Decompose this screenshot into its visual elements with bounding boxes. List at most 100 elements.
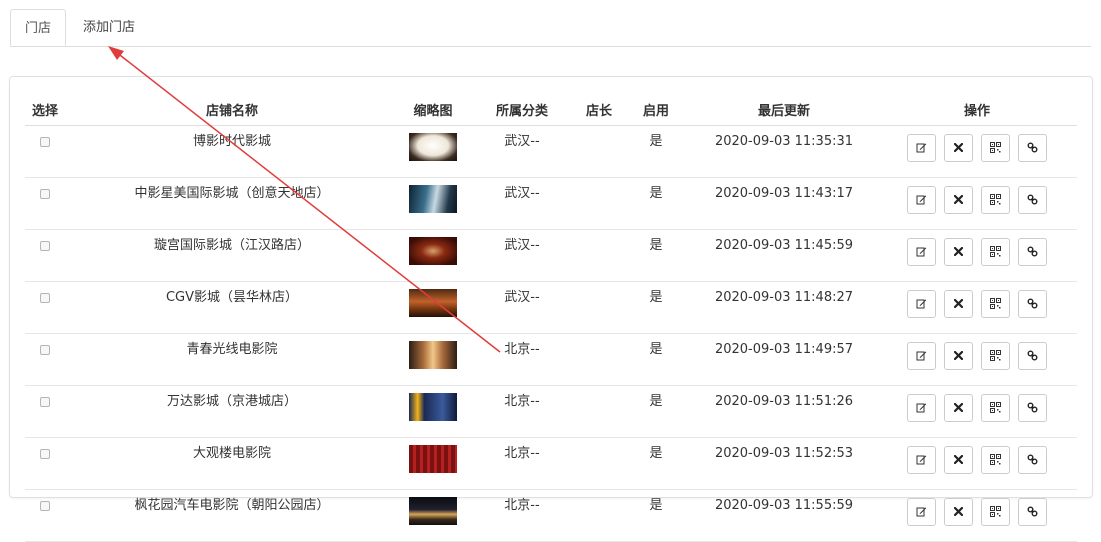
edit-icon: [916, 507, 926, 516]
tab-add-store[interactable]: 添加门店: [68, 9, 150, 46]
store-name: 青春光线电影院: [186, 342, 278, 357]
table-row: 枫花园汽车电影院（朝阳公园店） 北京-- 是 2020-09-03 11:55:…: [25, 489, 1077, 542]
delete-button[interactable]: [943, 290, 973, 318]
store-manager: [577, 178, 621, 186]
store-list-panel: 选择 店铺名称 缩略图 所属分类 店长 启用 最后更新 操作 博影时代影城 武汉…: [9, 76, 1093, 542]
row-actions: [877, 385, 1077, 438]
tab-stores[interactable]: 门店: [10, 9, 66, 46]
delete-icon: [953, 298, 964, 308]
qrcode-button[interactable]: [981, 290, 1011, 318]
header-manager: 店长: [577, 94, 621, 126]
store-thumbnail: [409, 289, 457, 317]
store-thumbnail: [409, 341, 457, 369]
delete-icon: [953, 454, 964, 464]
row-actions: [877, 333, 1077, 386]
store-category: 武汉--: [504, 134, 540, 149]
qrcode-icon: [990, 297, 1002, 309]
row-actions: [877, 281, 1077, 334]
link-button[interactable]: [1018, 290, 1048, 318]
edit-icon: [916, 143, 926, 152]
edit-icon: [916, 247, 926, 256]
store-name: CGV影城（昙华林店）: [165, 290, 299, 305]
link-button[interactable]: [1018, 498, 1048, 526]
store-last-updated: 2020-09-03 11:52:53: [714, 446, 854, 461]
row-select-checkbox[interactable]: [40, 397, 50, 407]
store-category: 北京--: [504, 394, 540, 409]
store-enabled: 是: [649, 238, 663, 253]
qrcode-icon: [990, 349, 1002, 361]
header-store-name: 店铺名称: [65, 94, 399, 126]
link-button[interactable]: [1018, 342, 1048, 370]
link-icon: [1027, 402, 1038, 412]
header-select: 选择: [25, 94, 65, 126]
table-header-row: 选择 店铺名称 缩略图 所属分类 店长 启用 最后更新 操作: [25, 94, 1077, 126]
link-button[interactable]: [1018, 186, 1048, 214]
store-manager: [577, 334, 621, 342]
store-name: 大观楼电影院: [192, 446, 271, 461]
store-category: 北京--: [504, 342, 540, 357]
link-button[interactable]: [1018, 238, 1048, 266]
store-name: 枫花园汽车电影院（朝阳公园店）: [134, 498, 330, 513]
store-last-updated: 2020-09-03 11:55:59: [714, 498, 854, 513]
row-select-checkbox[interactable]: [40, 293, 50, 303]
edit-icon: [916, 455, 926, 464]
link-icon: [1027, 246, 1038, 256]
table-row: 万达影城（京港城店） 北京-- 是 2020-09-03 11:51:26: [25, 385, 1077, 438]
store-manager: [577, 386, 621, 394]
edit-button[interactable]: [906, 134, 936, 162]
store-category: 北京--: [504, 446, 540, 461]
row-select-checkbox[interactable]: [40, 189, 50, 199]
store-name: 万达影城（京港城店）: [166, 394, 297, 409]
link-icon: [1027, 298, 1038, 308]
row-select-checkbox[interactable]: [40, 449, 50, 459]
store-last-updated: 2020-09-03 11:48:27: [714, 290, 854, 305]
qrcode-button[interactable]: [981, 134, 1011, 162]
store-last-updated: 2020-09-03 11:51:26: [714, 394, 854, 409]
row-actions: [877, 177, 1077, 230]
store-category: 武汉--: [504, 290, 540, 305]
store-category: 武汉--: [504, 238, 540, 253]
edit-button[interactable]: [906, 342, 936, 370]
store-thumbnail: [409, 237, 457, 265]
qrcode-button[interactable]: [981, 238, 1011, 266]
table-row: 大观楼电影院 北京-- 是 2020-09-03 11:52:53: [25, 437, 1077, 490]
delete-button[interactable]: [943, 238, 973, 266]
table-row: 中影星美国际影城（创意天地店） 武汉-- 是 2020-09-03 11:43:…: [25, 177, 1077, 230]
qrcode-button[interactable]: [981, 342, 1011, 370]
store-last-updated: 2020-09-03 11:45:59: [714, 238, 854, 253]
table-row: 博影时代影城 武汉-- 是 2020-09-03 11:35:31: [25, 125, 1077, 178]
edit-button[interactable]: [906, 290, 936, 318]
delete-button[interactable]: [943, 342, 973, 370]
qrcode-button[interactable]: [981, 394, 1011, 422]
delete-button[interactable]: [943, 498, 973, 526]
qrcode-icon: [990, 245, 1002, 257]
edit-button[interactable]: [906, 394, 936, 422]
link-button[interactable]: [1018, 394, 1048, 422]
row-select-checkbox[interactable]: [40, 137, 50, 147]
qrcode-button[interactable]: [981, 498, 1011, 526]
store-last-updated: 2020-09-03 11:35:31: [714, 134, 854, 149]
edit-button[interactable]: [906, 186, 936, 214]
store-category: 武汉--: [504, 186, 540, 201]
edit-button[interactable]: [906, 238, 936, 266]
row-select-checkbox[interactable]: [40, 501, 50, 511]
store-table: 选择 店铺名称 缩略图 所属分类 店长 启用 最后更新 操作 博影时代影城 武汉…: [25, 94, 1077, 542]
qrcode-icon: [990, 193, 1002, 205]
store-manager: [577, 490, 621, 498]
link-icon: [1027, 454, 1038, 464]
delete-button[interactable]: [943, 186, 973, 214]
row-select-checkbox[interactable]: [40, 241, 50, 251]
delete-button[interactable]: [943, 134, 973, 162]
link-button[interactable]: [1018, 134, 1048, 162]
delete-icon: [953, 246, 964, 256]
store-enabled: 是: [649, 342, 663, 357]
store-enabled: 是: [649, 498, 663, 513]
store-manager: [577, 126, 621, 134]
edit-button[interactable]: [906, 498, 936, 526]
qrcode-icon: [990, 401, 1002, 413]
header-enabled: 启用: [621, 94, 691, 126]
store-last-updated: 2020-09-03 11:49:57: [714, 342, 854, 357]
delete-button[interactable]: [943, 394, 973, 422]
qrcode-button[interactable]: [981, 186, 1011, 214]
row-select-checkbox[interactable]: [40, 345, 50, 355]
